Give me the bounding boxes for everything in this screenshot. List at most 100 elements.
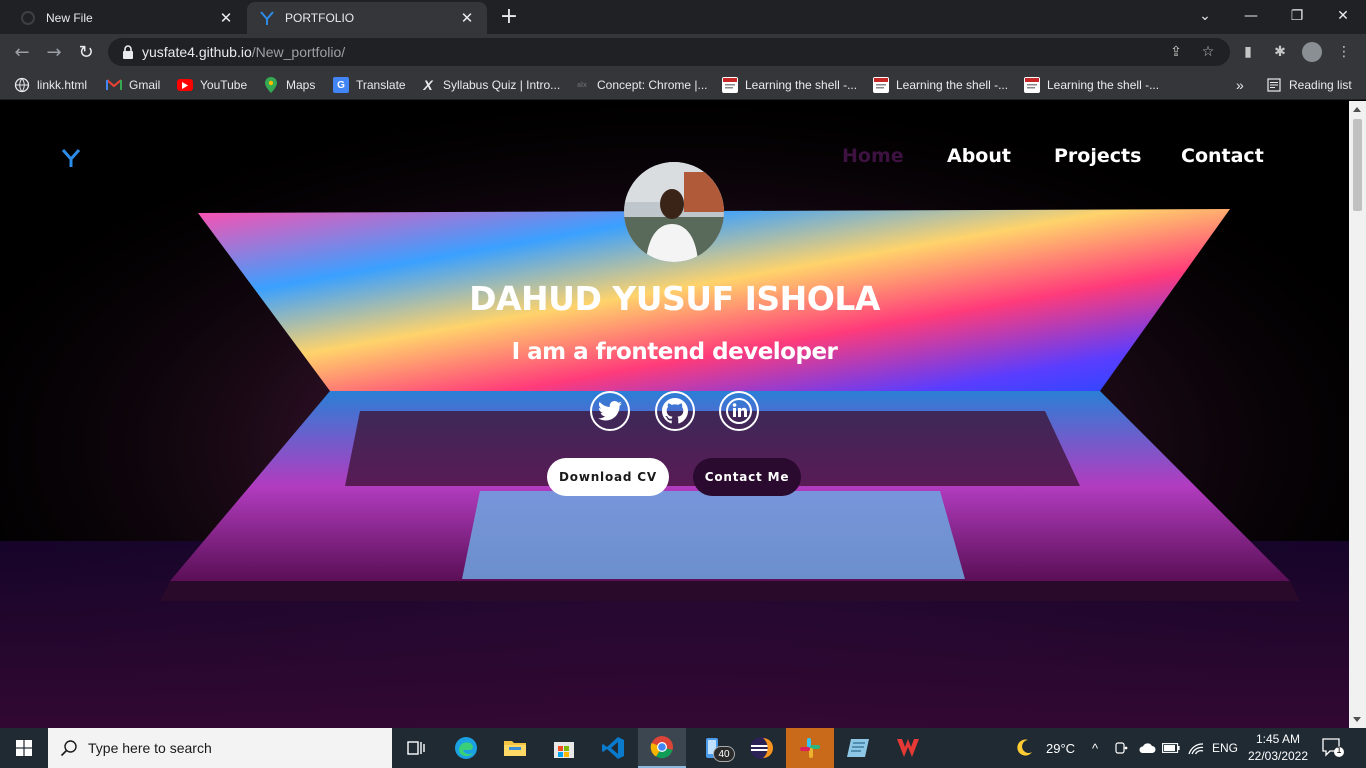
microsoft-store-app[interactable] — [540, 728, 588, 768]
minimize-icon[interactable]: — — [1228, 0, 1274, 32]
input-language[interactable]: ENG — [1212, 728, 1238, 768]
weather-temperature: 29°C — [1046, 740, 1076, 756]
bookmark-star-icon[interactable]: ☆ — [1198, 42, 1218, 62]
bookmark-label: Learning the shell -... — [1047, 78, 1160, 92]
red-logo-icon — [897, 739, 919, 757]
bookmark-linkk[interactable]: linkk.html — [14, 75, 87, 95]
bookmark-learning-shell-3[interactable]: Learning the shell -... — [1024, 75, 1159, 95]
edge-app[interactable] — [442, 728, 490, 768]
avatar — [624, 162, 724, 262]
translate-icon: G — [333, 77, 349, 93]
forward-icon[interactable]: → — [42, 40, 66, 64]
youtube-icon — [177, 79, 193, 91]
scrollbar-thumb[interactable] — [1353, 119, 1362, 211]
contact-me-button[interactable]: Contact Me — [693, 458, 801, 496]
system-clock[interactable]: 1:45 AM 22/03/2022 — [1242, 731, 1314, 765]
windows-taskbar: Type here to search 40 29°C ^ ENG 1:45 A… — [0, 728, 1366, 768]
bookmark-label: Translate — [356, 78, 406, 92]
store-icon — [554, 742, 574, 758]
nav-contact[interactable]: Contact — [1181, 145, 1264, 167]
chrome-app[interactable] — [638, 728, 686, 768]
maps-icon — [263, 77, 279, 93]
folder-icon — [504, 741, 526, 756]
bookmark-label: Maps — [286, 78, 316, 92]
reading-list-label: Reading list — [1289, 78, 1352, 92]
address-bar[interactable]: yusfate4.github.io/New_portfolio/ — [108, 38, 1230, 66]
tab-new-file[interactable]: New File ✕ — [8, 2, 246, 34]
reading-list-button[interactable]: Reading list — [1266, 75, 1352, 95]
task-view-button[interactable] — [393, 728, 441, 768]
bookmark-label: YouTube — [200, 78, 248, 92]
back-icon[interactable]: ← — [10, 40, 34, 64]
notification-center-button[interactable]: 1 — [1322, 738, 1344, 758]
tab-title: PORTFOLIO — [285, 11, 355, 25]
battery-icon[interactable] — [1162, 728, 1180, 768]
eclipse-icon — [750, 737, 773, 759]
chrome-icon — [650, 736, 673, 759]
nav-about[interactable]: About — [947, 145, 1011, 167]
blue-notes-app[interactable] — [835, 728, 883, 768]
red-app[interactable] — [884, 728, 932, 768]
windows-start-button[interactable] — [0, 728, 48, 768]
bookmark-label: linkk.html — [37, 78, 88, 92]
nav-projects[interactable]: Projects — [1054, 145, 1141, 167]
close-window-icon[interactable]: ✕ — [1320, 0, 1366, 32]
taskbar-search-box[interactable]: Type here to search — [48, 728, 392, 768]
bookmark-label: Learning the shell -... — [896, 78, 1009, 92]
weather-widget[interactable]: 29°C — [1014, 728, 1075, 768]
nav-home[interactable]: Home — [842, 145, 904, 167]
download-cv-button[interactable]: Download CV — [547, 458, 669, 496]
bookmarks-bar: linkk.html Gmail YouTube Maps G Translat… — [0, 70, 1366, 100]
tab-search-icon[interactable]: ⌄ — [1182, 0, 1228, 32]
scroll-down-arrow-icon[interactable] — [1353, 717, 1361, 722]
lock-icon — [123, 45, 133, 59]
extension-icon[interactable]: ▮ — [1238, 42, 1258, 62]
bookmark-gmail[interactable]: Gmail — [106, 75, 160, 95]
eclipse-app[interactable] — [737, 728, 785, 768]
new-tab-button[interactable]: + — [498, 6, 520, 28]
bookmark-learning-shell-1[interactable]: Learning the shell -... — [722, 75, 857, 95]
tray-meet-icon[interactable] — [1114, 728, 1128, 768]
page-icon — [1024, 77, 1040, 93]
bookmark-translate[interactable]: G Translate — [333, 75, 406, 95]
moon-icon — [1017, 739, 1032, 756]
linkedin-icon — [726, 398, 752, 424]
scroll-up-arrow-icon[interactable] — [1353, 107, 1361, 112]
menu-kebab-icon[interactable]: ⋮ — [1334, 42, 1354, 62]
twitter-link[interactable] — [590, 391, 630, 431]
github-icon — [662, 398, 688, 424]
reload-icon[interactable]: ↻ — [74, 40, 98, 64]
show-hidden-icons-button[interactable]: ^ — [1092, 728, 1098, 768]
bookmarks-overflow-button[interactable]: » — [1236, 75, 1244, 95]
puzzle-extensions-icon[interactable]: ✱ — [1270, 42, 1290, 62]
github-link[interactable] — [655, 391, 695, 431]
tab-portfolio[interactable]: PORTFOLIO ✕ — [247, 2, 487, 34]
wifi-icon[interactable] — [1188, 728, 1204, 768]
share-icon[interactable]: ⇪ — [1166, 42, 1186, 62]
restore-icon[interactable]: ❐ — [1274, 0, 1320, 32]
linkedin-link[interactable] — [719, 391, 759, 431]
bookmark-learning-shell-2[interactable]: Learning the shell -... — [873, 75, 1008, 95]
bookmark-youtube[interactable]: YouTube — [177, 75, 247, 95]
file-explorer-app[interactable] — [491, 728, 539, 768]
cloud-icon — [1139, 743, 1156, 753]
onedrive-icon[interactable] — [1138, 728, 1156, 768]
bookmark-concept-chrome[interactable]: alx Concept: Chrome |... — [574, 75, 707, 95]
browser-toolbar: ← → ↻ yusfate4.github.io/New_portfolio/ … — [0, 34, 1366, 70]
task-view-icon — [407, 741, 425, 755]
github-icon — [20, 10, 36, 26]
bookmark-syllabus-quiz[interactable]: X Syllabus Quiz | Intro... — [420, 75, 560, 95]
bookmark-maps[interactable]: Maps — [263, 75, 315, 95]
tab-close-icon[interactable]: ✕ — [459, 10, 475, 27]
page-scrollbar[interactable] — [1349, 101, 1366, 728]
url-host: yusfate4.github.io — [142, 44, 252, 60]
clock-time: 1:45 AM — [1255, 732, 1301, 746]
wifi-signal-icon — [1188, 743, 1204, 755]
edge-icon — [455, 737, 477, 759]
tab-close-icon[interactable]: ✕ — [218, 10, 234, 27]
portfolio-logo-icon — [259, 10, 275, 26]
profile-avatar[interactable] — [1302, 42, 1322, 62]
slack-app[interactable] — [786, 728, 834, 768]
vscode-app[interactable] — [589, 728, 637, 768]
meet-icon — [1115, 742, 1128, 754]
